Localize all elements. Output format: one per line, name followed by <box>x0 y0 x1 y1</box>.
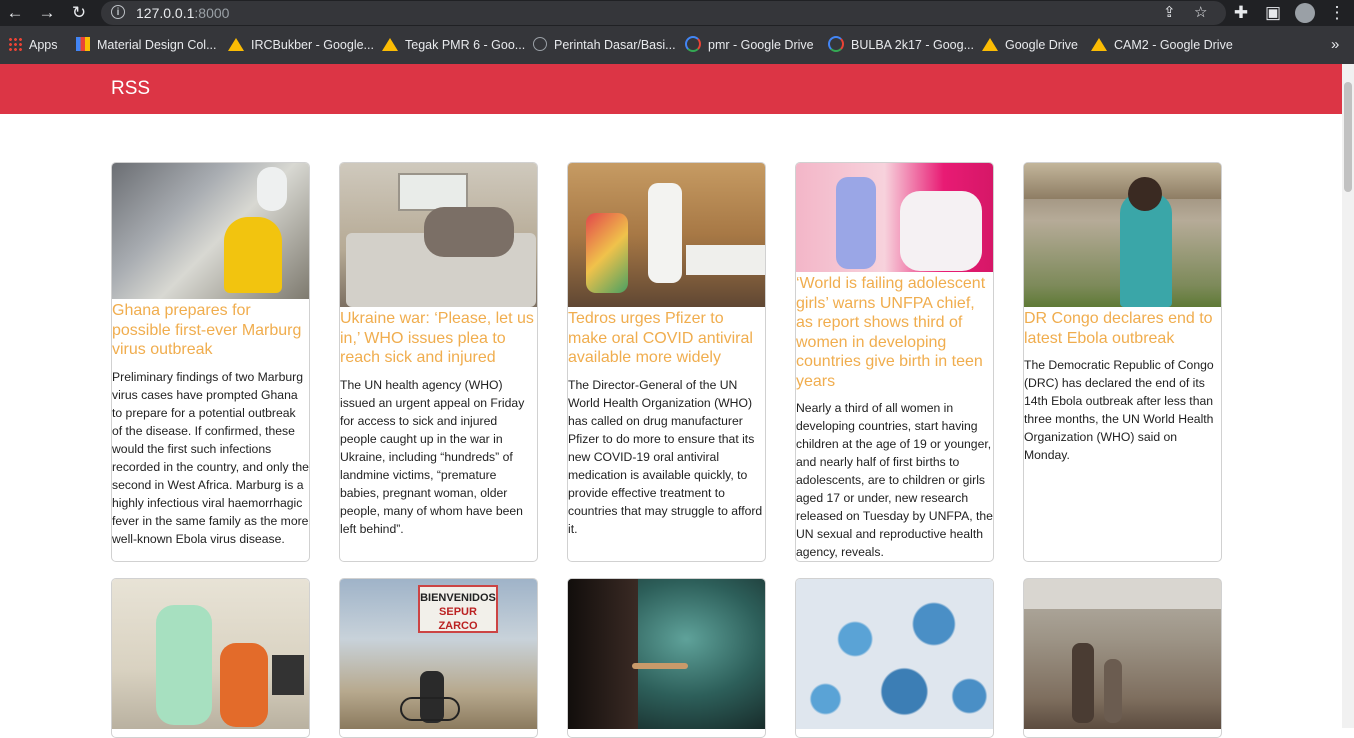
navbar-brand[interactable]: RSS <box>111 78 150 100</box>
navbar: RSS <box>0 64 1342 114</box>
bookmark-perintah-dasar[interactable]: Perintah Dasar/Basi... <box>533 36 676 54</box>
google-drive-icon <box>1091 38 1107 51</box>
bookmark-bulba[interactable]: BULBA 2k17 - Goog... <box>828 36 974 54</box>
back-icon[interactable]: ← <box>5 3 25 23</box>
scrollbar-thumb[interactable] <box>1344 82 1352 192</box>
article-title[interactable]: DR Congo declares end to latest Ebola ou… <box>1024 309 1221 348</box>
article-image[interactable] <box>112 163 309 299</box>
address-bar[interactable]: i 127.0.0.1:8000 ⇪ ☆ <box>101 1 1226 25</box>
bookmark-star-icon[interactable]: ☆ <box>1194 4 1207 22</box>
bookmark-apps[interactable]: Apps <box>8 36 58 54</box>
menu-kebab-icon[interactable]: ⋮ <box>1327 3 1347 23</box>
article-title[interactable]: Ghana prepares for possible first-ever M… <box>112 301 309 360</box>
globe-icon <box>533 37 547 51</box>
article-title[interactable]: ‘World is failing adolescent girls’ warn… <box>796 274 993 391</box>
google-drive-icon <box>982 38 998 51</box>
article-title[interactable]: Tedros urges Pfizer to make oral COVID a… <box>568 309 765 368</box>
news-card[interactable]: ‘World is failing adolescent girls’ warn… <box>795 162 994 562</box>
news-card[interactable] <box>111 578 310 738</box>
more-bookmarks-icon[interactable]: » <box>1331 36 1339 54</box>
bookmark-material-design[interactable]: Material Design Col... <box>76 36 217 54</box>
profile-avatar[interactable] <box>1295 3 1315 23</box>
bookmark-google-drive[interactable]: Google Drive <box>982 36 1078 54</box>
bookmarks-bar: Apps Material Design Col... IRCBukber - … <box>0 26 1354 64</box>
article-image[interactable] <box>1024 579 1221 729</box>
bookmark-ircbukber[interactable]: IRCBukber - Google... <box>228 36 374 54</box>
google-icon <box>685 36 701 52</box>
article-image[interactable] <box>112 579 309 729</box>
article-summary: The Democratic Republic of Congo (DRC) h… <box>1024 358 1214 462</box>
article-image[interactable] <box>796 163 993 272</box>
news-card[interactable]: BIENVENIDOS SEPUR ZARCO <box>339 578 538 738</box>
reload-icon[interactable]: ↻ <box>69 3 89 23</box>
url-text[interactable]: 127.0.0.1:8000 <box>136 5 229 21</box>
bookmark-pmr-drive[interactable]: pmr - Google Drive <box>685 36 814 54</box>
article-image[interactable] <box>1024 163 1221 307</box>
article-title[interactable]: Ukraine war: ‘Please, let us in,’ WHO is… <box>340 309 537 368</box>
site-info-icon[interactable]: i <box>111 5 125 19</box>
page-scrollbar[interactable] <box>1342 64 1354 728</box>
article-summary: The UN health agency (WHO) issued an urg… <box>340 377 525 536</box>
article-image[interactable]: BIENVENIDOS SEPUR ZARCO <box>340 579 537 729</box>
sign-text: BIENVENIDOS <box>420 592 496 604</box>
side-panel-icon[interactable]: ▣ <box>1263 3 1283 23</box>
article-image[interactable] <box>568 579 765 729</box>
browser-toolbar: ← → ↻ i 127.0.0.1:8000 ⇪ ☆ ✚ ▣ ⋮ <box>0 0 1354 26</box>
news-card[interactable] <box>795 578 994 738</box>
share-icon[interactable]: ⇪ <box>1163 4 1176 22</box>
article-summary: The Director-General of the UN World Hea… <box>568 377 763 536</box>
news-card[interactable]: Ukraine war: ‘Please, let us in,’ WHO is… <box>339 162 538 562</box>
sign-text: SEPUR ZARCO <box>438 606 478 632</box>
news-card[interactable]: DR Congo declares end to latest Ebola ou… <box>1023 162 1222 562</box>
bookmark-tegak-pmr[interactable]: Tegak PMR 6 - Goo... <box>382 36 525 54</box>
google-drive-icon <box>382 38 398 51</box>
article-summary: Nearly a third of all women in developin… <box>796 401 993 559</box>
news-card[interactable] <box>567 578 766 738</box>
article-image[interactable] <box>340 163 537 307</box>
bookmark-cam2[interactable]: CAM2 - Google Drive <box>1091 36 1233 54</box>
extensions-icon[interactable]: ✚ <box>1231 3 1251 23</box>
article-image[interactable] <box>796 579 993 729</box>
material-design-icon <box>76 37 90 51</box>
news-card[interactable]: Ghana prepares for possible first-ever M… <box>111 162 310 562</box>
article-summary: Preliminary findings of two Marburg viru… <box>112 369 309 546</box>
google-icon <box>828 36 844 52</box>
news-card[interactable] <box>1023 578 1222 738</box>
google-drive-icon <box>228 38 244 51</box>
apps-grid-icon <box>8 37 22 51</box>
forward-icon[interactable]: → <box>37 3 57 23</box>
article-image[interactable] <box>568 163 765 307</box>
news-card[interactable]: Tedros urges Pfizer to make oral COVID a… <box>567 162 766 562</box>
